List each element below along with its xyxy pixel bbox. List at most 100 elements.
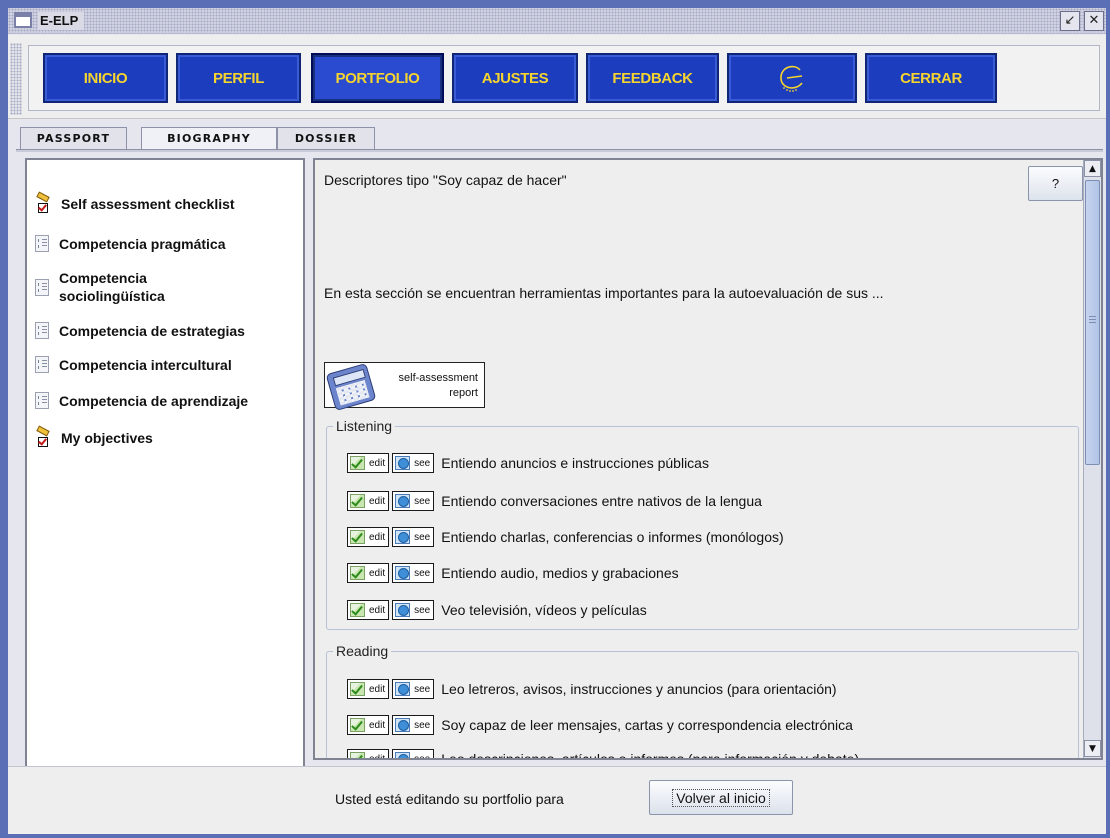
nav-cerrar-button[interactable]: CERRAR xyxy=(865,53,997,103)
sidebar-item-label: Competencia pragmática xyxy=(59,235,226,252)
sidebar-item-label: Self assessment checklist xyxy=(61,196,235,212)
document-icon xyxy=(35,235,49,252)
sidebar-item-estrategias[interactable]: Competencia de estrategias xyxy=(35,322,245,339)
list-item: edit see Veo televisión, vídeos y pelícu… xyxy=(347,600,647,620)
group-legend: Reading xyxy=(336,643,389,659)
nav-feedback-button[interactable]: FEEDBACK xyxy=(586,53,719,103)
council-of-europe-logo-button[interactable] xyxy=(727,53,857,103)
tab-passport[interactable]: PASSPORT xyxy=(20,127,127,149)
list-item: edit see Entiendo anuncios e instruccion… xyxy=(347,453,709,473)
checklist-content-panel: Descriptores tipo "Soy capaz de hacer" ?… xyxy=(313,158,1103,760)
footer-status-text: Usted está editando su portfolio para xyxy=(335,791,564,807)
list-item: edit see Entiendo conversaciones entre n… xyxy=(347,491,762,511)
section-intro: En esta sección se encuentran herramient… xyxy=(324,285,884,301)
edit-button[interactable]: edit xyxy=(347,491,390,511)
edit-button[interactable]: edit xyxy=(347,453,390,473)
descriptor-text: Veo televisión, vídeos y películas xyxy=(441,602,647,618)
edit-button[interactable]: edit xyxy=(347,563,390,583)
edit-button[interactable]: edit xyxy=(347,679,390,699)
listening-group: Listening xyxy=(326,418,1079,630)
nav-inicio-button[interactable]: INICIO xyxy=(43,53,168,103)
main-toolbar: INICIO PERFIL PORTFOLIO AJUSTES FEEDBACK… xyxy=(8,35,1106,119)
see-globe-icon xyxy=(395,718,411,732)
footer-bar: Usted está editando su portfolio para Vo… xyxy=(8,766,1106,834)
tab-divider xyxy=(16,149,1103,152)
tab-biography[interactable]: BIOGRAPHY xyxy=(141,127,277,149)
list-item: edit see Leo letreros, avisos, instrucci… xyxy=(347,679,837,699)
nav-ajustes-button[interactable]: AJUSTES xyxy=(452,53,578,103)
sidebar-item-aprendizaje[interactable]: Competencia de aprendizaje xyxy=(35,392,248,409)
tab-dossier[interactable]: DOSSIER xyxy=(277,127,375,149)
checklist-pencil-icon xyxy=(35,191,51,214)
see-button[interactable]: see xyxy=(392,749,435,758)
document-icon xyxy=(35,322,49,339)
edit-check-icon xyxy=(350,752,365,758)
edit-check-icon xyxy=(350,566,365,580)
biography-sidebar: Self assessment checklist Competencia pr… xyxy=(25,158,305,768)
edit-check-icon xyxy=(350,456,365,470)
sidebar-item-my-objectives[interactable]: My objectives xyxy=(35,425,153,448)
see-globe-icon xyxy=(395,530,411,544)
calculator-icon xyxy=(325,362,377,412)
see-button[interactable]: see xyxy=(392,715,435,735)
descriptor-text: Leo letreros, avisos, instrucciones y an… xyxy=(441,681,837,697)
sidebar-item-intercultural[interactable]: Competencia intercultural xyxy=(35,356,232,373)
scroll-down-arrow-icon[interactable]: ▼ xyxy=(1084,740,1101,757)
help-button[interactable]: ? xyxy=(1028,166,1083,201)
nav-perfil-button[interactable]: PERFIL xyxy=(176,53,301,103)
see-button[interactable]: see xyxy=(392,563,435,583)
council-of-europe-logo-icon xyxy=(780,65,803,92)
list-item: edit see Entiendo charlas, conferencias … xyxy=(347,527,784,547)
descriptor-text: Entiendo charlas, conferencias o informe… xyxy=(441,529,784,545)
edit-button[interactable]: edit xyxy=(347,715,390,735)
sidebar-item-pragmatica[interactable]: Competencia pragmática xyxy=(35,235,226,252)
sidebar-item-label: Competencia de aprendizaje xyxy=(59,392,249,409)
scroll-thumb[interactable] xyxy=(1085,180,1100,465)
see-globe-icon xyxy=(395,752,411,758)
sidebar-item-label: My objectives xyxy=(61,430,153,446)
close-icon[interactable]: ✕ xyxy=(1084,11,1104,31)
edit-check-icon xyxy=(350,682,365,696)
title-bar: E-ELP ↙ ✕ xyxy=(8,8,1106,34)
section-title: Descriptores tipo "Soy capaz de hacer" xyxy=(324,172,567,188)
edit-check-icon xyxy=(350,530,365,544)
content-scrollbar[interactable]: ▲ ▼ xyxy=(1083,160,1101,758)
restore-icon[interactable]: ↙ xyxy=(1060,11,1080,31)
nav-portfolio-button[interactable]: PORTFOLIO xyxy=(311,53,444,103)
toolbar-grip[interactable] xyxy=(10,43,22,115)
sidebar-item-label: Competencia sociolingüística xyxy=(59,270,165,304)
window-icon xyxy=(14,12,32,28)
see-globe-icon xyxy=(395,456,411,470)
see-globe-icon xyxy=(395,566,411,580)
edit-button[interactable]: edit xyxy=(347,527,390,547)
see-button[interactable]: see xyxy=(392,527,435,547)
group-legend: Listening xyxy=(336,418,393,434)
see-button[interactable]: see xyxy=(392,600,435,620)
window-title: E-ELP xyxy=(38,12,85,30)
edit-button[interactable]: edit xyxy=(347,749,390,758)
descriptor-text: Soy capaz de leer mensajes, cartas y cor… xyxy=(441,717,853,733)
see-button[interactable]: see xyxy=(392,679,435,699)
see-globe-icon xyxy=(395,494,411,508)
nav-button-group: INICIO PERFIL PORTFOLIO AJUSTES FEEDBACK… xyxy=(28,45,1100,111)
report-button-label: self-assessment report xyxy=(398,372,478,399)
self-assessment-report-button[interactable]: self-assessment report xyxy=(324,362,485,412)
sidebar-item-sociolinguistica[interactable]: Competencia sociolingüística xyxy=(35,269,185,305)
scroll-up-arrow-icon[interactable]: ▲ xyxy=(1084,160,1101,177)
sidebar-item-self-assessment[interactable]: Self assessment checklist xyxy=(35,191,235,214)
checklist-pencil-icon xyxy=(35,425,51,448)
document-icon xyxy=(35,392,49,409)
app-window: E-ELP ↙ ✕ INICIO PERFIL PORTFOLIO AJUSTE… xyxy=(0,0,1110,838)
list-item: edit see Leo descripciones, artículos o … xyxy=(347,749,859,758)
document-icon xyxy=(35,356,49,373)
see-button[interactable]: see xyxy=(392,491,435,511)
see-button[interactable]: see xyxy=(392,453,435,473)
edit-check-icon xyxy=(350,718,365,732)
back-to-home-button[interactable]: Volver al inicio xyxy=(649,780,793,815)
list-item: edit see Entiendo audio, medios y grabac… xyxy=(347,563,679,583)
descriptor-text: Entiendo audio, medios y grabaciones xyxy=(441,565,679,581)
edit-button[interactable]: edit xyxy=(347,600,390,620)
see-globe-icon xyxy=(395,603,411,617)
descriptor-text: Entiendo anuncios e instrucciones públic… xyxy=(441,455,709,471)
descriptor-text: Entiendo conversaciones entre nativos de… xyxy=(441,493,762,509)
